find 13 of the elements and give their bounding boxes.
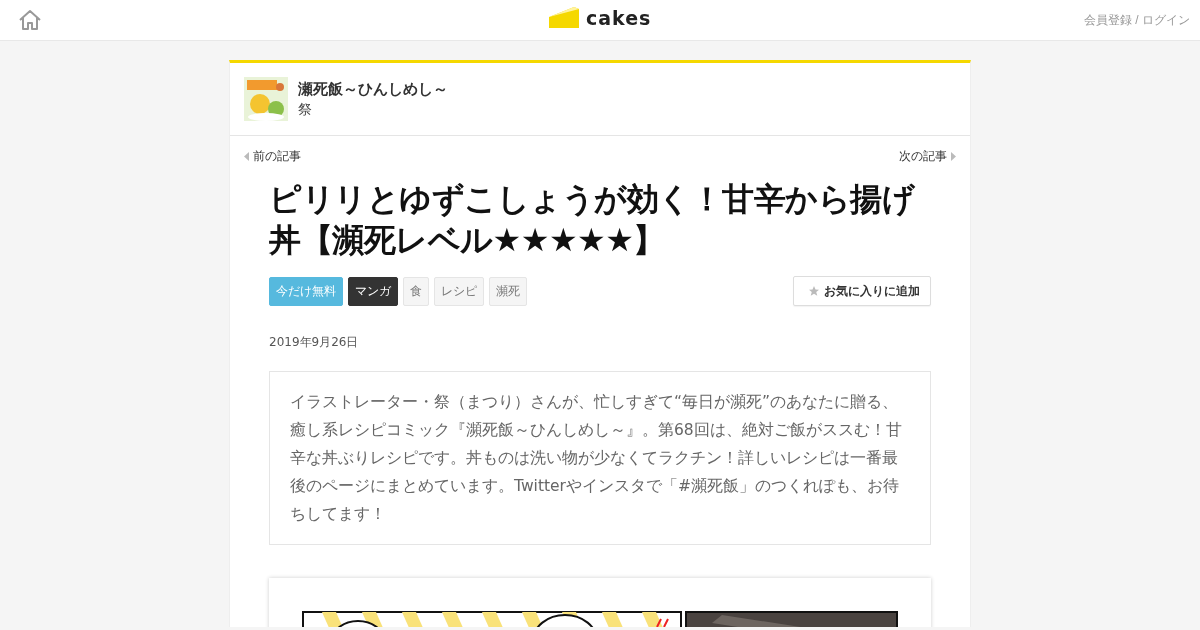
series-title[interactable]: 瀬死飯～ひんしめし～ (298, 79, 448, 99)
logo-text[interactable]: cakes (586, 7, 652, 29)
author-name[interactable]: 祭 (298, 100, 448, 119)
article-title: ピリリとゆずこしょうが効く！甘辛から揚げ丼【瀕死レベル★★★★★】 (269, 179, 916, 261)
next-article-link[interactable]: 次の記事 (899, 148, 956, 165)
prev-article-link[interactable]: 前の記事 (244, 148, 301, 165)
publish-date: 2019年9月26日 (269, 334, 360, 351)
lead-paragraph: イラストレーター・祭（まつり）さんが、忙しすぎて“毎日が瀕死”のあなたに贈る、癒し系レシピコミック『瀕死飯～ひんしめし～』。第68回は、絶対ご飯がススむ！甘辛な丼ぶりレシピです。丼ものは洗い物が少なくてラクチン！詳しいレシピは一番最後のページにまとめています。Twitterやインスタで「#瀕死飯」のつくれぽも、お待ちしてます！ (269, 371, 931, 545)
tag-link[interactable]: マンガ (348, 276, 398, 306)
tag-link[interactable]: 食 (403, 276, 429, 306)
tag-link[interactable]: 瀕死 (489, 276, 527, 306)
favorite-button[interactable]: お気に入りに追加 (793, 276, 931, 306)
tag-link[interactable]: レシピ (434, 276, 484, 306)
